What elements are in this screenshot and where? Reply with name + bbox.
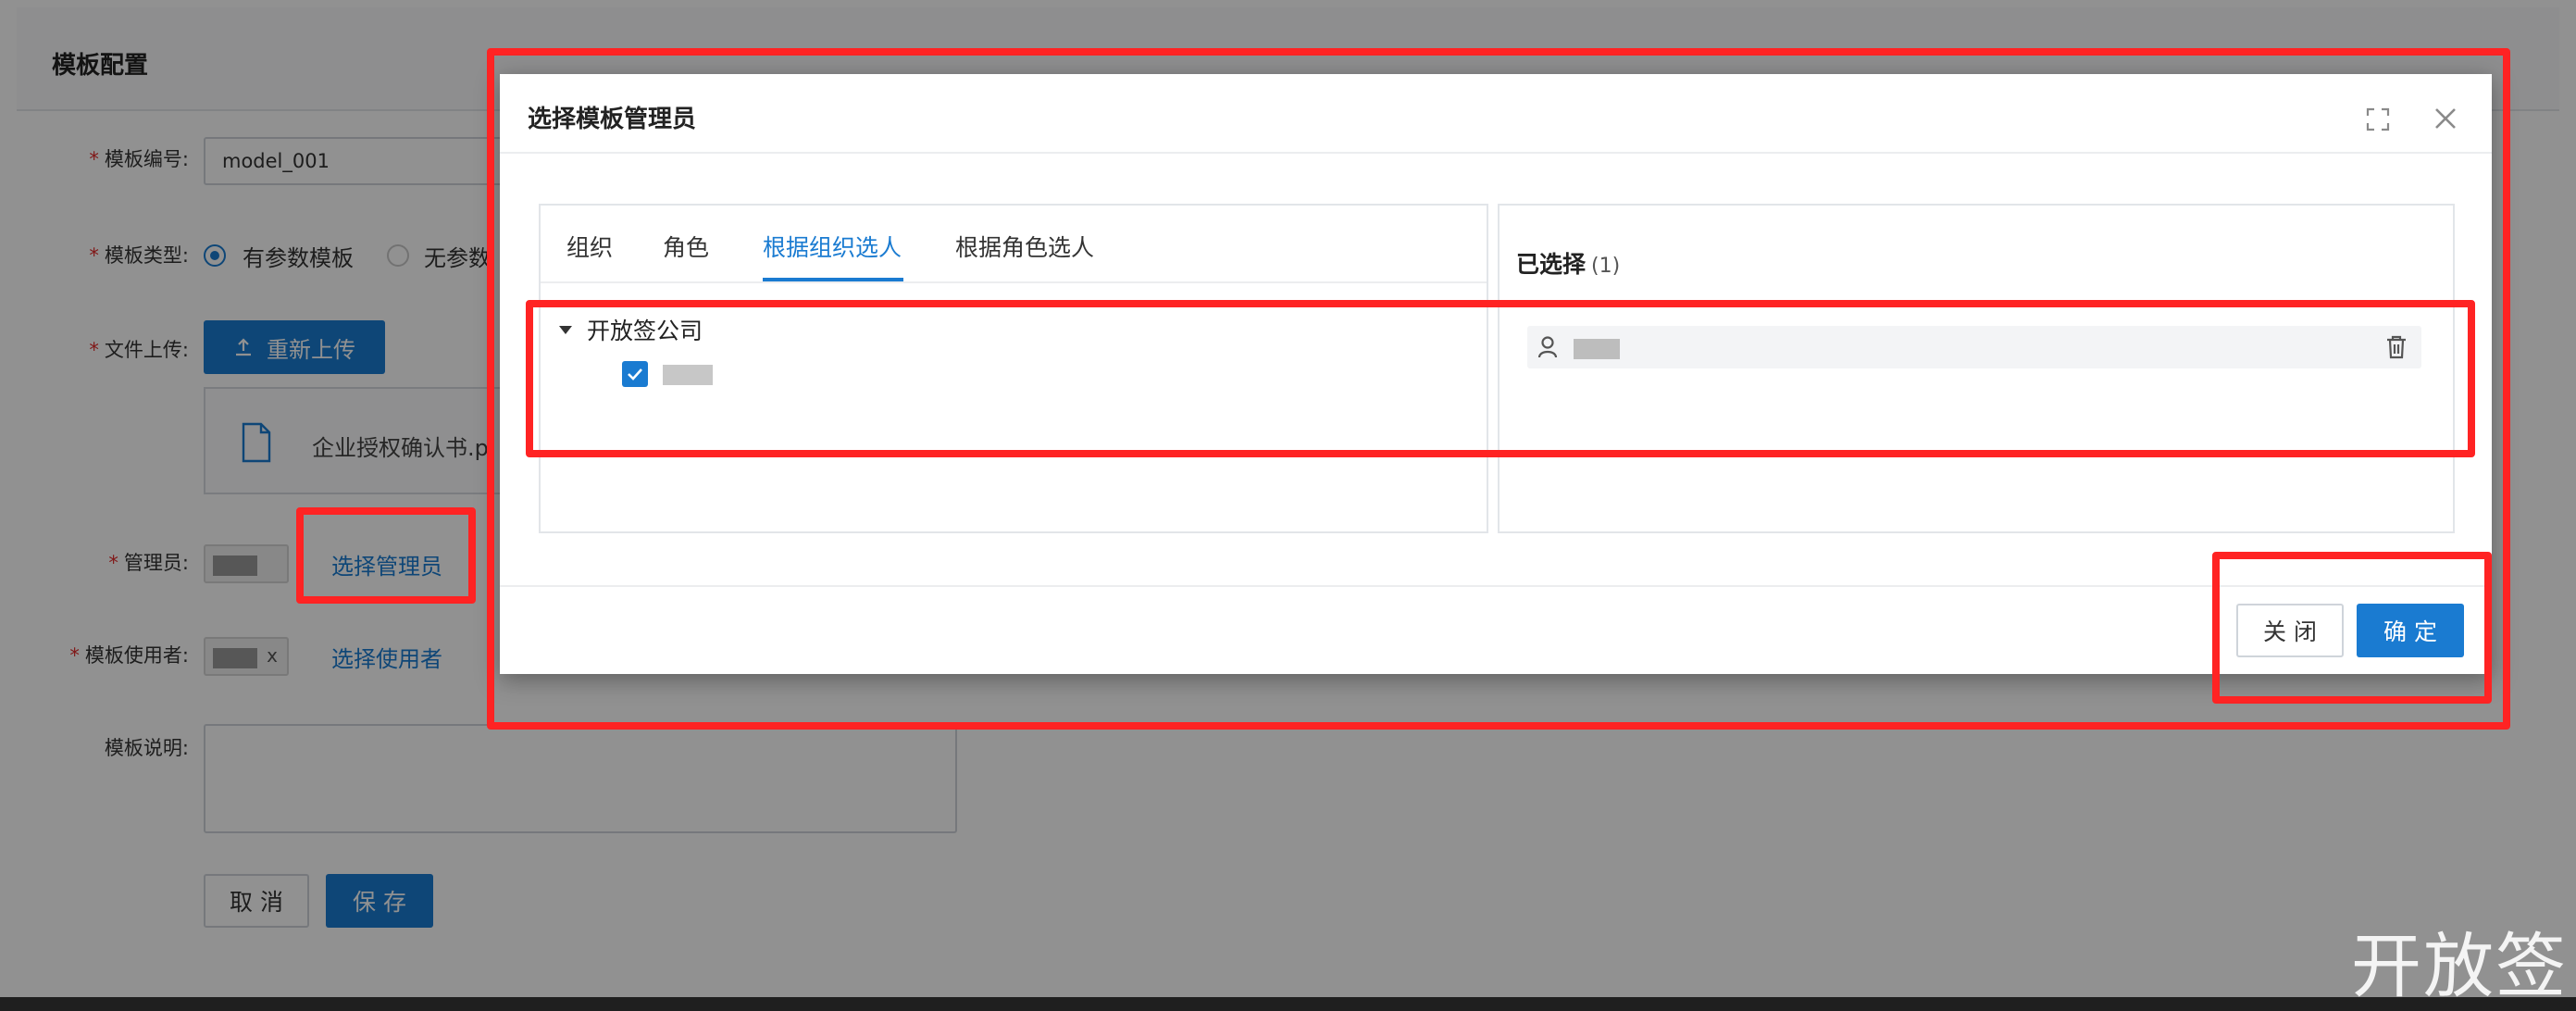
annotation-box-selection xyxy=(526,300,2475,457)
watermark-text: 开放签 xyxy=(2351,925,2568,1007)
annotation-box-select-admin xyxy=(296,507,476,604)
annotation-box-buttons xyxy=(2212,552,2492,704)
